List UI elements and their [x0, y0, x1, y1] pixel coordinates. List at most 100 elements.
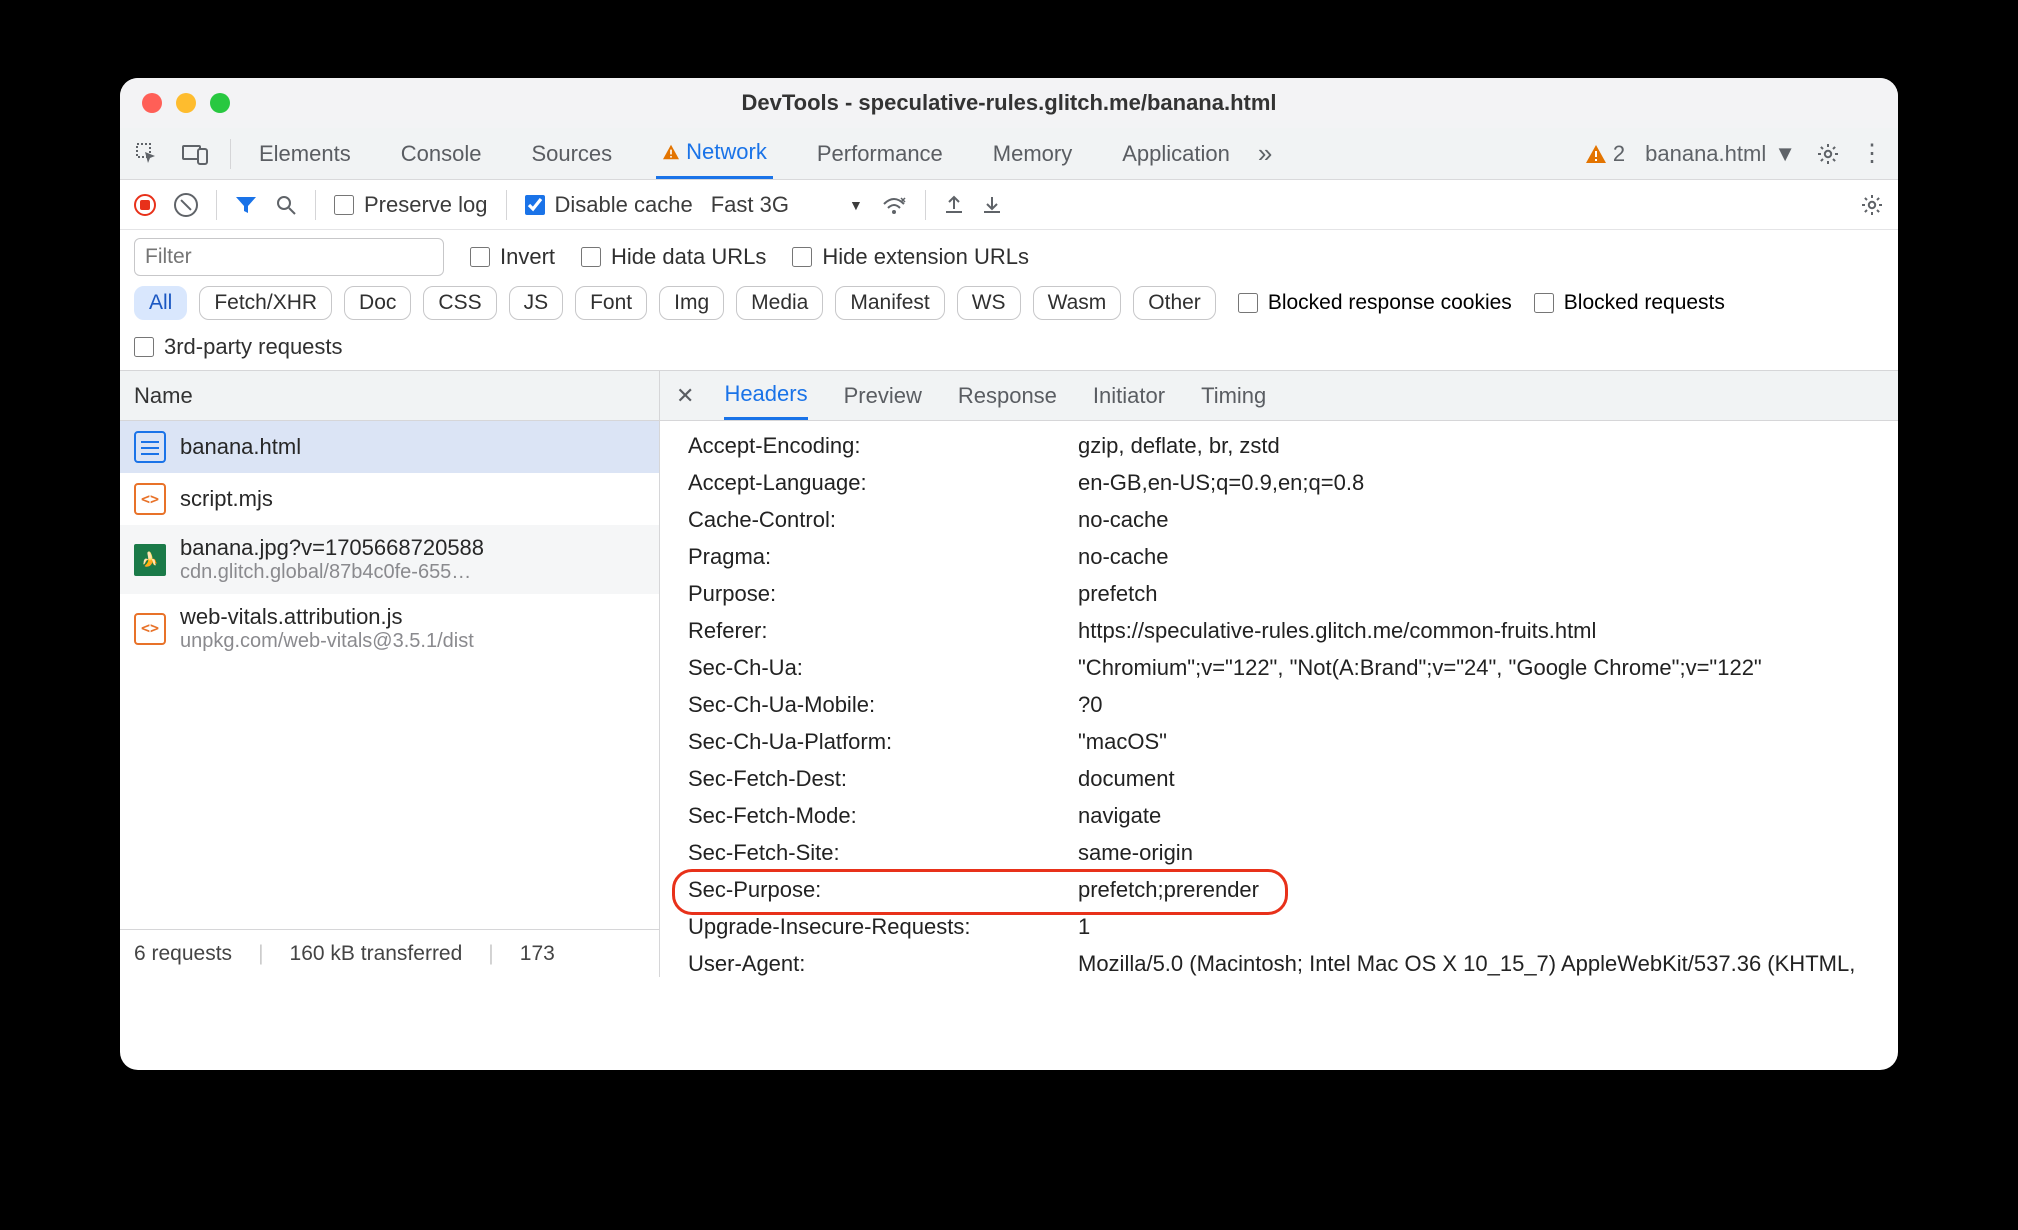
detail-tab-initiator[interactable]: Initiator: [1093, 371, 1165, 420]
header-value: document: [1078, 760, 1890, 797]
tab-performance[interactable]: Performance: [811, 128, 949, 179]
divider: [506, 190, 507, 220]
header-row[interactable]: Sec-Ch-Ua-Mobile:?0: [680, 686, 1898, 723]
header-key: Sec-Ch-Ua-Mobile:: [688, 686, 1078, 723]
type-filter-doc[interactable]: Doc: [344, 286, 411, 320]
header-row[interactable]: Upgrade-Insecure-Requests:1: [680, 908, 1898, 945]
detail-tab-headers[interactable]: Headers: [724, 371, 807, 420]
hide-extension-urls-checkbox[interactable]: Hide extension URLs: [792, 244, 1029, 270]
request-list-header[interactable]: Name: [120, 371, 659, 421]
header-row[interactable]: Sec-Ch-Ua-Platform:"macOS": [680, 723, 1898, 760]
warnings-counter[interactable]: 2: [1585, 141, 1625, 167]
header-value: ?0: [1078, 686, 1890, 723]
search-icon[interactable]: [275, 194, 297, 216]
header-row[interactable]: Cache-Control:no-cache: [680, 501, 1898, 538]
third-party-checkbox[interactable]: 3rd-party requests: [134, 334, 1884, 360]
preserve-log-checkbox[interactable]: Preserve log: [334, 192, 488, 218]
warnings-count-text: 2: [1613, 141, 1625, 167]
minimize-window-button[interactable]: [176, 93, 196, 113]
type-filter-all[interactable]: All: [134, 286, 187, 320]
warning-icon: [1585, 144, 1607, 164]
header-row[interactable]: Sec-Fetch-Site:same-origin: [680, 834, 1898, 871]
gear-icon[interactable]: [1860, 193, 1884, 217]
target-dropdown[interactable]: banana.html ▼: [1645, 141, 1796, 167]
header-key: Accept-Language:: [688, 464, 1078, 501]
headers-list[interactable]: Accept-Encoding:gzip, deflate, br, zstdA…: [660, 421, 1898, 977]
header-value: https://speculative-rules.glitch.me/comm…: [1078, 612, 1890, 649]
type-filter-font[interactable]: Font: [575, 286, 647, 320]
header-row[interactable]: Accept-Encoding:gzip, deflate, br, zstd: [680, 427, 1898, 464]
close-window-button[interactable]: [142, 93, 162, 113]
gear-icon[interactable]: [1816, 142, 1840, 166]
kebab-menu-icon[interactable]: ⋮: [1860, 148, 1884, 160]
request-row[interactable]: 🍌banana.jpg?v=1705668720588cdn.glitch.gl…: [120, 525, 659, 594]
header-row[interactable]: Pragma:no-cache: [680, 538, 1898, 575]
tab-elements[interactable]: Elements: [253, 128, 357, 179]
request-detail-panel: ✕ HeadersPreviewResponseInitiatorTiming …: [660, 371, 1898, 977]
blocked-requests-label: Blocked requests: [1564, 291, 1725, 315]
document-icon: [134, 431, 166, 463]
header-row[interactable]: Accept-Language:en-GB,en-US;q=0.9,en;q=0…: [680, 464, 1898, 501]
more-tabs-icon[interactable]: »: [1258, 138, 1268, 169]
tab-sources[interactable]: Sources: [525, 128, 618, 179]
header-row[interactable]: User-Agent:Mozilla/5.0 (Macintosh; Intel…: [680, 945, 1898, 977]
detail-tab-response[interactable]: Response: [958, 371, 1057, 420]
type-filter-fetchxhr[interactable]: Fetch/XHR: [199, 286, 332, 320]
blocked-requests-checkbox[interactable]: Blocked requests: [1534, 291, 1725, 315]
record-button[interactable]: [134, 194, 156, 216]
hide-data-label: Hide data URLs: [611, 244, 766, 270]
upload-har-icon[interactable]: [944, 194, 964, 216]
inspect-icon[interactable]: [134, 141, 160, 167]
tab-application[interactable]: Application: [1116, 128, 1236, 179]
header-key: Sec-Fetch-Dest:: [688, 760, 1078, 797]
header-row[interactable]: Sec-Ch-Ua:"Chromium";v="122", "Not(A:Bra…: [680, 649, 1898, 686]
header-value: "Chromium";v="122", "Not(A:Brand";v="24"…: [1078, 649, 1890, 686]
tab-memory[interactable]: Memory: [987, 128, 1078, 179]
chevron-down-icon: ▼: [849, 197, 863, 213]
download-har-icon[interactable]: [982, 194, 1002, 216]
network-conditions-icon[interactable]: [881, 194, 907, 216]
clear-button[interactable]: [174, 193, 198, 217]
type-filter-css[interactable]: CSS: [423, 286, 496, 320]
type-filter-wasm[interactable]: Wasm: [1033, 286, 1122, 320]
filter-icon[interactable]: [235, 195, 257, 215]
device-toggle-icon[interactable]: [182, 141, 208, 167]
detail-tab-timing[interactable]: Timing: [1201, 371, 1266, 420]
status-resources: 173: [520, 942, 555, 966]
type-filter-manifest[interactable]: Manifest: [835, 286, 944, 320]
request-sub: cdn.glitch.global/87b4c0fe-655…: [180, 561, 484, 584]
preserve-log-label: Preserve log: [364, 192, 488, 218]
header-key: Pragma:: [688, 538, 1078, 575]
filter-bar-2: 3rd-party requests: [120, 328, 1898, 371]
tab-console[interactable]: Console: [395, 128, 488, 179]
zoom-window-button[interactable]: [210, 93, 230, 113]
header-row[interactable]: Sec-Purpose:prefetch;prerender: [680, 871, 1898, 908]
header-row[interactable]: Referer:https://speculative-rules.glitch…: [680, 612, 1898, 649]
detail-tab-preview[interactable]: Preview: [844, 371, 922, 420]
type-filter-img[interactable]: Img: [659, 286, 724, 320]
hide-data-urls-checkbox[interactable]: Hide data URLs: [581, 244, 766, 270]
type-filter-js[interactable]: JS: [509, 286, 564, 320]
request-row[interactable]: <>web-vitals.attribution.jsunpkg.com/web…: [120, 594, 659, 663]
type-filter-media[interactable]: Media: [736, 286, 823, 320]
header-row[interactable]: Sec-Fetch-Mode:navigate: [680, 797, 1898, 834]
header-value: prefetch: [1078, 575, 1890, 612]
filter-input[interactable]: [134, 238, 444, 276]
type-filter-other[interactable]: Other: [1133, 286, 1216, 320]
close-detail-button[interactable]: ✕: [676, 383, 694, 409]
network-main: Name banana.html<>script.mjs🍌banana.jpg?…: [120, 371, 1898, 977]
detail-tabs: ✕ Headers Preview Response Initiator Timing: [660, 371, 1898, 421]
invert-checkbox[interactable]: Invert: [470, 244, 555, 270]
request-row[interactable]: banana.html: [120, 421, 659, 473]
disable-cache-checkbox[interactable]: Disable cache: [525, 192, 693, 218]
header-row[interactable]: Sec-Fetch-Dest:document: [680, 760, 1898, 797]
request-row[interactable]: <>script.mjs: [120, 473, 659, 525]
header-row[interactable]: Purpose:prefetch: [680, 575, 1898, 612]
blocked-cookies-checkbox[interactable]: Blocked response cookies: [1238, 291, 1512, 315]
blocked-cookies-label: Blocked response cookies: [1268, 291, 1512, 315]
tab-network[interactable]: Network: [656, 128, 773, 179]
throttling-dropdown[interactable]: Fast 3G ▼: [711, 192, 863, 218]
request-name: banana.jpg?v=1705668720588: [180, 535, 484, 561]
throttling-label: Fast 3G: [711, 192, 789, 218]
type-filter-ws[interactable]: WS: [957, 286, 1021, 320]
